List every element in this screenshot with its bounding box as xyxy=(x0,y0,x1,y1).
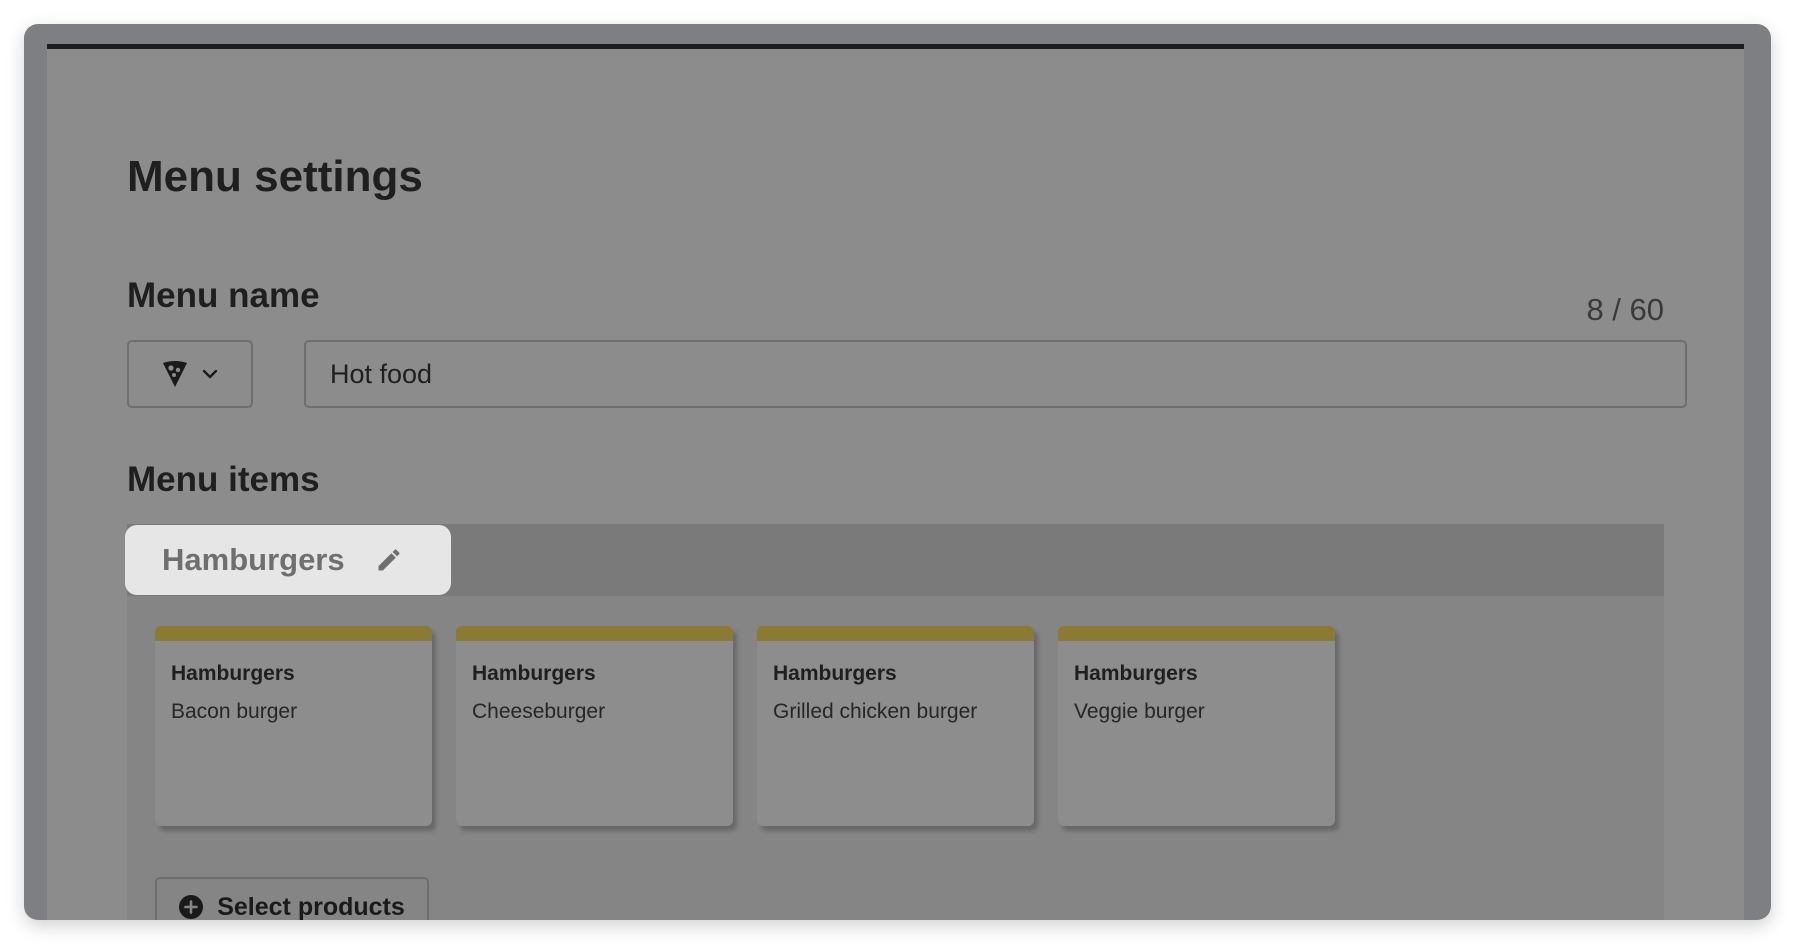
menu-settings-page: Menu settings Menu name 8 / 60 Menu item… xyxy=(47,44,1744,920)
menu-name-heading: Menu name xyxy=(127,276,320,315)
pencil-icon[interactable] xyxy=(375,546,403,574)
card-accent-stripe xyxy=(1058,626,1335,641)
card-category: Hamburgers xyxy=(472,662,596,685)
character-counter: 8 / 60 xyxy=(1586,292,1664,327)
card-category: Hamburgers xyxy=(1074,662,1198,685)
card-accent-stripe xyxy=(456,626,733,641)
product-card-bacon-burger[interactable]: Hamburgers Bacon burger xyxy=(155,626,432,826)
product-card-grilled-chicken-burger[interactable]: Hamburgers Grilled chicken burger xyxy=(757,626,1034,826)
product-card-cheeseburger[interactable]: Hamburgers Cheeseburger xyxy=(456,626,733,826)
card-accent-stripe xyxy=(757,626,1034,641)
card-accent-stripe xyxy=(155,626,432,641)
pizza-slice-icon xyxy=(162,360,188,388)
select-products-label: Select products xyxy=(217,892,405,921)
card-product-name: Cheeseburger xyxy=(472,700,606,723)
category-label: Hamburgers xyxy=(162,542,345,577)
card-product-name: Veggie burger xyxy=(1074,700,1205,723)
menu-icon-dropdown[interactable] xyxy=(127,340,253,408)
card-category: Hamburgers xyxy=(171,662,295,685)
chevron-down-icon xyxy=(202,368,218,380)
page-title: Menu settings xyxy=(127,152,423,201)
select-products-button[interactable]: Select products xyxy=(155,877,429,920)
card-product-name: Grilled chicken burger xyxy=(773,700,978,723)
category-tab-hamburgers[interactable]: Hamburgers xyxy=(125,525,451,595)
app-window: Menu settings Menu name 8 / 60 Menu item… xyxy=(24,24,1771,920)
menu-name-input[interactable] xyxy=(304,340,1687,408)
plus-circle-icon xyxy=(179,895,204,919)
top-bar xyxy=(47,44,1744,49)
card-product-name: Bacon burger xyxy=(171,700,298,723)
menu-items-panel: Hamburgers Hamburgers Bacon burger Hambu… xyxy=(125,524,1664,920)
product-card-veggie-burger[interactable]: Hamburgers Veggie burger xyxy=(1058,626,1335,826)
menu-items-heading: Menu items xyxy=(127,460,320,499)
card-category: Hamburgers xyxy=(773,662,897,685)
